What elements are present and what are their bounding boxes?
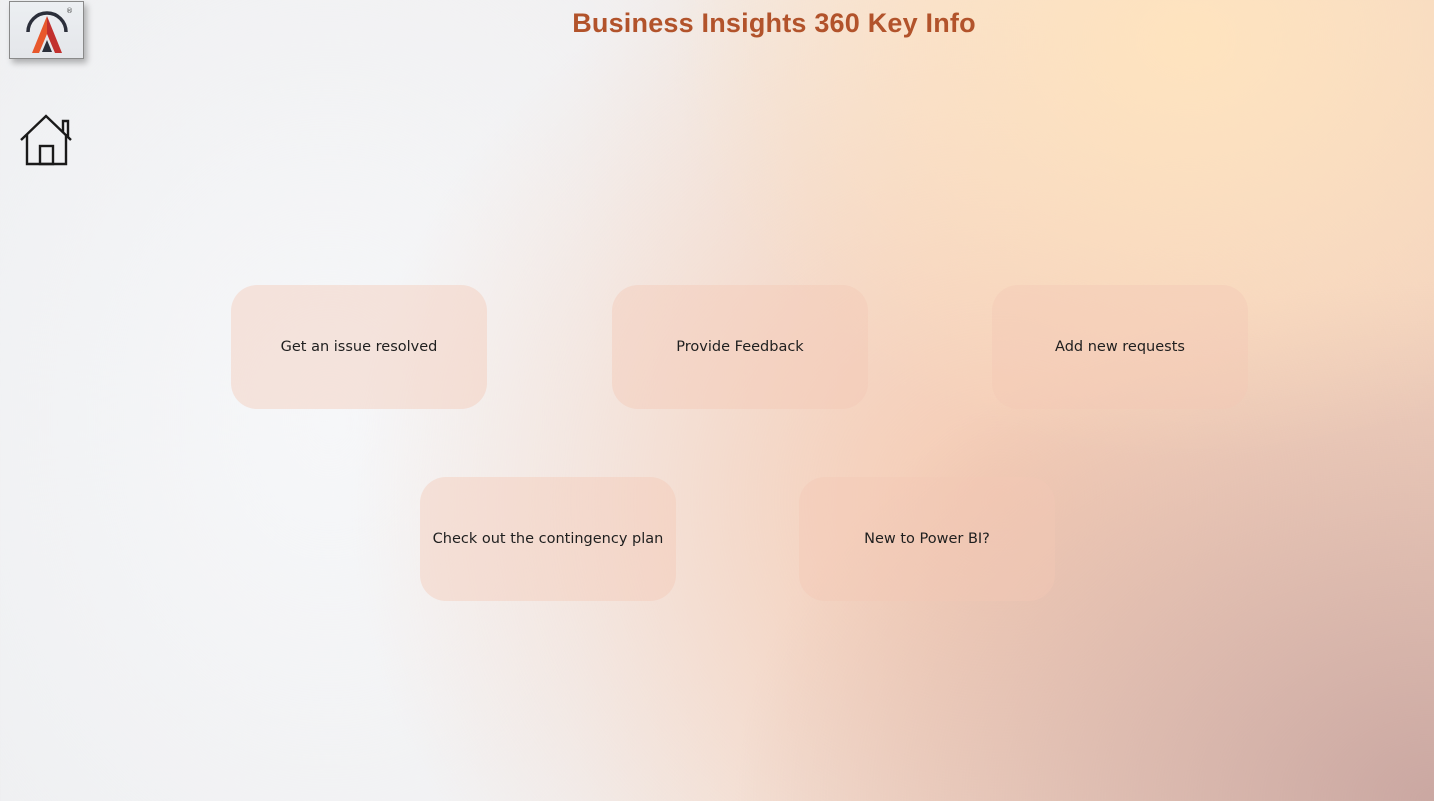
home-button[interactable] (18, 112, 76, 168)
tile-label: Check out the contingency plan (432, 531, 664, 547)
tile-label: New to Power BI? (864, 531, 990, 547)
contingency-plan-button[interactable]: Check out the contingency plan (420, 477, 676, 601)
new-to-power-bi-button[interactable]: New to Power BI? (799, 477, 1055, 601)
add-new-requests-button[interactable]: Add new requests (992, 285, 1248, 409)
tile-label: Provide Feedback (676, 339, 804, 355)
page-title: Business Insights 360 Key Info (572, 8, 976, 38)
provide-feedback-button[interactable]: Provide Feedback (612, 285, 868, 409)
tile-label: Add new requests (1055, 339, 1185, 355)
home-icon (20, 114, 72, 166)
tile-label: Get an issue resolved (280, 339, 438, 355)
get-issue-resolved-button[interactable]: Get an issue resolved (231, 285, 487, 409)
